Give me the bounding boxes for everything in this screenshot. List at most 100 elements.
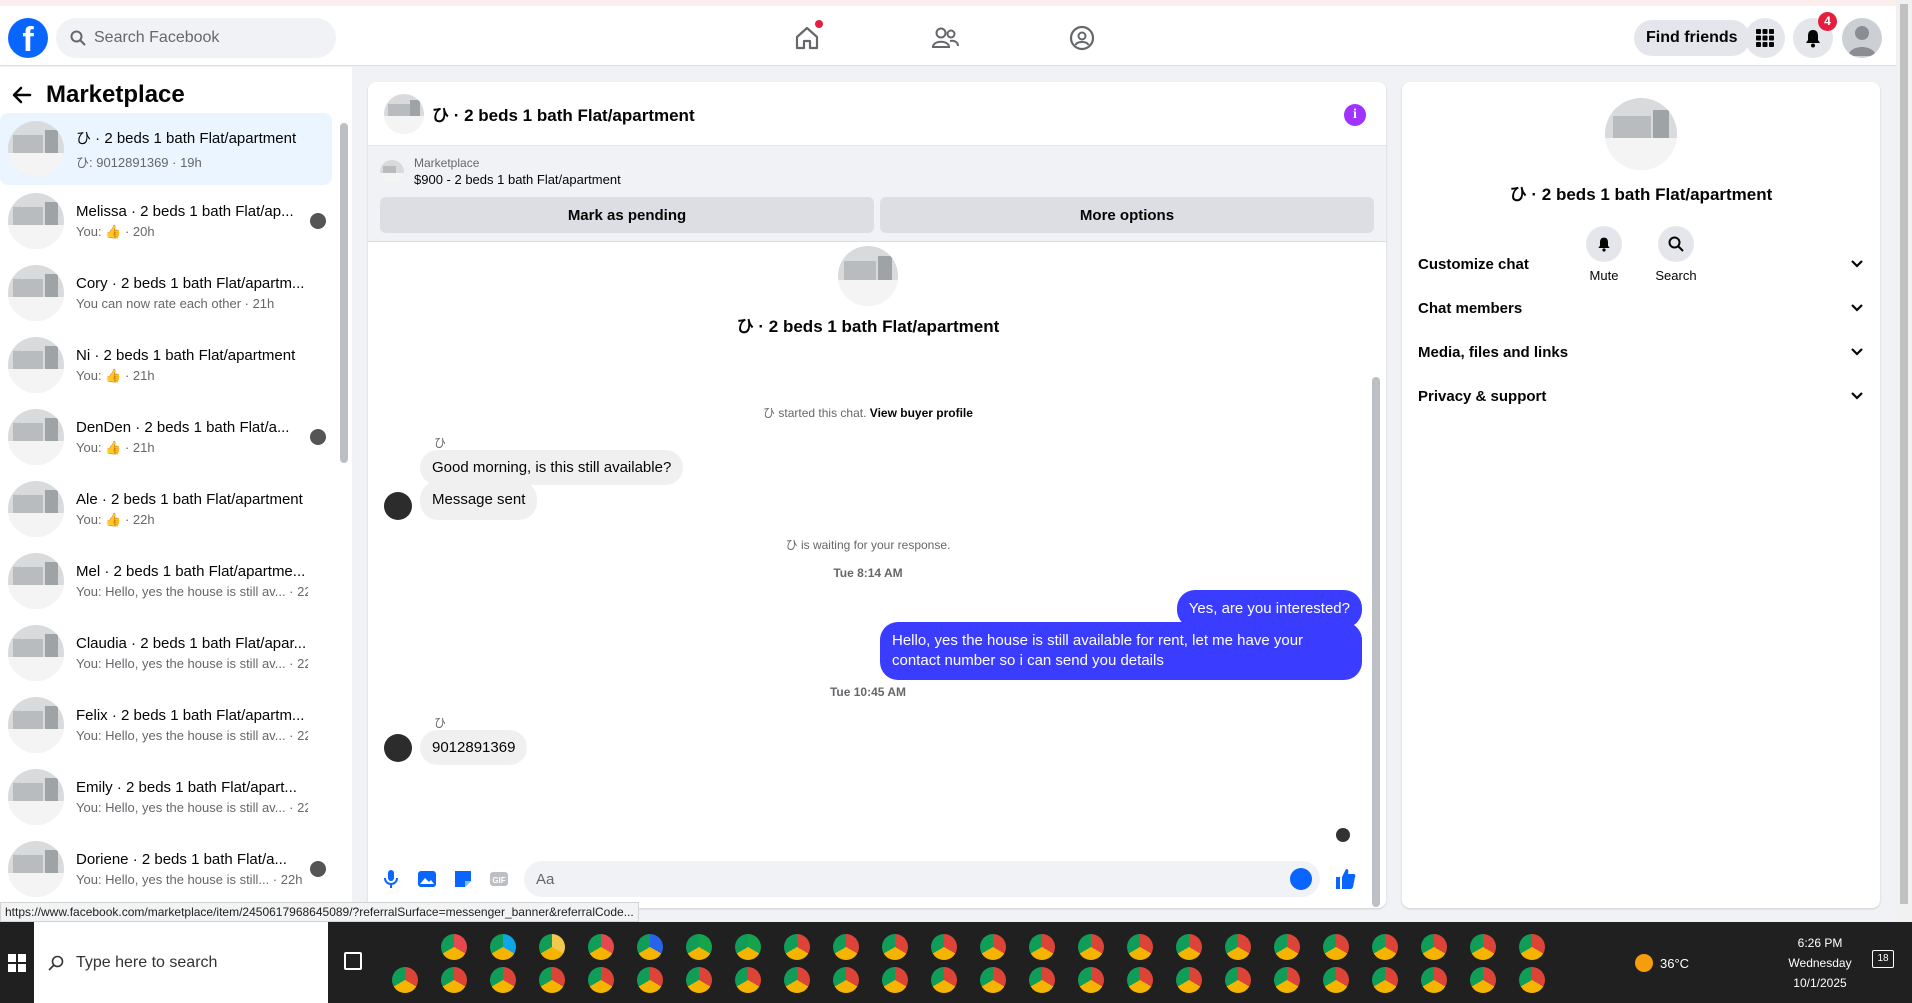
sender-avatar[interactable] xyxy=(384,734,412,762)
start-button[interactable] xyxy=(0,922,34,1003)
conversation-item[interactable]: Emily · 2 beds 1 bath Flat/apart... You: … xyxy=(0,761,332,833)
conversation-item[interactable]: Mel · 2 beds 1 bath Flat/apartme... You: … xyxy=(0,545,332,617)
taskbar-app-icon[interactable] xyxy=(1421,934,1447,960)
info-icon[interactable]: i xyxy=(1344,104,1366,126)
taskbar-app-icon[interactable] xyxy=(1176,934,1202,960)
incoming-message[interactable]: 9012891369 xyxy=(420,730,528,765)
outgoing-message[interactable]: Hello, yes the house is still available … xyxy=(880,622,1362,680)
taskbar-app-icon[interactable] xyxy=(490,967,516,993)
facebook-logo[interactable]: f xyxy=(8,18,48,58)
thumbs-up-icon[interactable] xyxy=(1334,868,1356,890)
taskbar-app-icon[interactable] xyxy=(931,934,957,960)
media-files-links-section[interactable]: Media, files and links xyxy=(1418,330,1864,374)
taskbar-app-icon[interactable] xyxy=(1078,934,1104,960)
incoming-message[interactable]: Good morning, is this still available? xyxy=(420,450,684,485)
taskbar-app-icon[interactable] xyxy=(441,967,467,993)
customize-chat-section[interactable]: Customize chat xyxy=(1418,242,1864,286)
page-scrollbar[interactable] xyxy=(1896,0,1912,925)
taskbar-app-icon[interactable] xyxy=(784,967,810,993)
taskbar-app-icon[interactable] xyxy=(1274,967,1300,993)
task-view-icon[interactable] xyxy=(344,952,362,970)
thread-listing-image[interactable] xyxy=(838,246,898,306)
taskbar-app-icon[interactable] xyxy=(735,967,761,993)
microphone-icon[interactable] xyxy=(380,868,402,890)
taskbar-app-icon[interactable] xyxy=(1029,967,1055,993)
taskbar-app-icon[interactable] xyxy=(1470,934,1496,960)
taskbar-app-icon[interactable] xyxy=(882,934,908,960)
conversation-item[interactable]: Cory · 2 beds 1 bath Flat/apartm... You c… xyxy=(0,257,332,329)
taskbar-app-icon[interactable] xyxy=(686,967,712,993)
photo-icon[interactable] xyxy=(416,868,438,890)
chat-members-section[interactable]: Chat members xyxy=(1418,286,1864,330)
taskbar-app-icon[interactable] xyxy=(1127,967,1153,993)
taskbar-app-icon[interactable] xyxy=(1519,967,1545,993)
search-facebook-input[interactable]: Search Facebook xyxy=(56,18,336,58)
taskbar-app-icon[interactable] xyxy=(1127,934,1153,960)
chat-scrollbar[interactable] xyxy=(1372,377,1380,907)
menu-grid-icon[interactable] xyxy=(1745,18,1785,58)
sticker-icon[interactable] xyxy=(452,868,474,890)
groups-icon[interactable] xyxy=(1066,22,1098,54)
taskbar-app-icon[interactable] xyxy=(1225,967,1251,993)
taskbar-app-icon[interactable] xyxy=(833,967,859,993)
conversation-item[interactable]: Felix · 2 beds 1 bath Flat/apartm... You:… xyxy=(0,689,332,761)
listing-mini-thumbnail[interactable] xyxy=(380,159,404,184)
taskbar-app-icon[interactable] xyxy=(588,967,614,993)
taskbar-app-icon[interactable] xyxy=(1323,967,1349,993)
taskbar-app-icon[interactable] xyxy=(784,934,810,960)
taskbar-app-icon[interactable] xyxy=(1274,934,1300,960)
clock-time[interactable]: 6:26 PM xyxy=(1780,936,1860,950)
gif-icon[interactable]: GIF xyxy=(488,868,510,890)
taskbar-app-icon[interactable] xyxy=(931,967,957,993)
chat-title[interactable]: ひ · 2 beds 1 bath Flat/apartment xyxy=(432,101,695,126)
taskbar-app-icon[interactable] xyxy=(1078,967,1104,993)
taskbar-app-icon[interactable] xyxy=(637,967,663,993)
taskbar-app-icon[interactable] xyxy=(588,934,614,960)
home-icon[interactable] xyxy=(791,20,823,54)
taskbar-app-icon[interactable] xyxy=(539,934,565,960)
conversation-item[interactable]: DenDen · 2 beds 1 bath Flat/a... You: 👍 ·… xyxy=(0,401,332,473)
taskbar-app-icon[interactable] xyxy=(1372,934,1398,960)
taskbar-app-icon[interactable] xyxy=(833,934,859,960)
friends-icon[interactable] xyxy=(929,22,961,54)
taskbar-app-icon[interactable] xyxy=(637,934,663,960)
profile-avatar[interactable] xyxy=(1842,18,1882,58)
mark-as-pending-button[interactable]: Mark as pending xyxy=(380,197,874,233)
taskbar-app-icon[interactable] xyxy=(1372,967,1398,993)
message-input[interactable]: Aa xyxy=(524,861,1320,897)
incoming-message[interactable]: Message sent xyxy=(420,481,538,520)
taskbar-app-icon[interactable] xyxy=(1421,967,1447,993)
taskbar-app-icon[interactable] xyxy=(1225,934,1251,960)
view-buyer-profile-link[interactable]: View buyer profile xyxy=(870,406,973,420)
back-arrow-icon[interactable] xyxy=(12,85,32,105)
conversation-item[interactable]: Doriene · 2 beds 1 bath Flat/a... You: He… xyxy=(0,833,332,905)
taskbar-app-icon[interactable] xyxy=(980,967,1006,993)
taskbar-app-icon[interactable] xyxy=(490,934,516,960)
taskbar-app-icon[interactable] xyxy=(882,967,908,993)
details-listing-image[interactable] xyxy=(1605,98,1677,170)
sidebar-scrollbar[interactable] xyxy=(340,123,348,463)
emoji-icon[interactable] xyxy=(1290,868,1312,890)
taskbar-app-icon[interactable] xyxy=(1323,934,1349,960)
taskbar-app-icon[interactable] xyxy=(441,934,467,960)
notifications-button[interactable]: 4 xyxy=(1793,12,1837,58)
taskbar-app-icon[interactable] xyxy=(1519,934,1545,960)
listing-thumbnail[interactable] xyxy=(384,93,424,134)
more-options-button[interactable]: More options xyxy=(880,197,1374,233)
notification-center-icon[interactable]: 18 xyxy=(1872,950,1894,968)
taskbar-app-icon[interactable] xyxy=(980,934,1006,960)
listing-price[interactable]: $900 - 2 beds 1 bath Flat/apartment xyxy=(414,172,621,187)
find-friends-button[interactable]: Find friends xyxy=(1634,20,1750,56)
taskbar-app-icon[interactable] xyxy=(539,967,565,993)
taskbar-app-icon[interactable] xyxy=(1470,967,1496,993)
conversation-item[interactable]: Claudia · 2 beds 1 bath Flat/apar... You:… xyxy=(0,617,332,689)
taskbar-search-box[interactable]: Type here to search xyxy=(34,922,328,1003)
taskbar-app-icon[interactable] xyxy=(735,934,761,960)
taskbar-app-icon[interactable] xyxy=(1029,934,1055,960)
taskbar-app-icon[interactable] xyxy=(1176,967,1202,993)
conversation-item[interactable]: Melissa · 2 beds 1 bath Flat/ap... You: 👍… xyxy=(0,185,332,257)
conversation-item[interactable]: Ni · 2 beds 1 bath Flat/apartment You: 👍 … xyxy=(0,329,332,401)
privacy-support-section[interactable]: Privacy & support xyxy=(1418,374,1864,418)
taskbar-app-icon[interactable] xyxy=(686,934,712,960)
sender-avatar[interactable] xyxy=(384,492,412,520)
